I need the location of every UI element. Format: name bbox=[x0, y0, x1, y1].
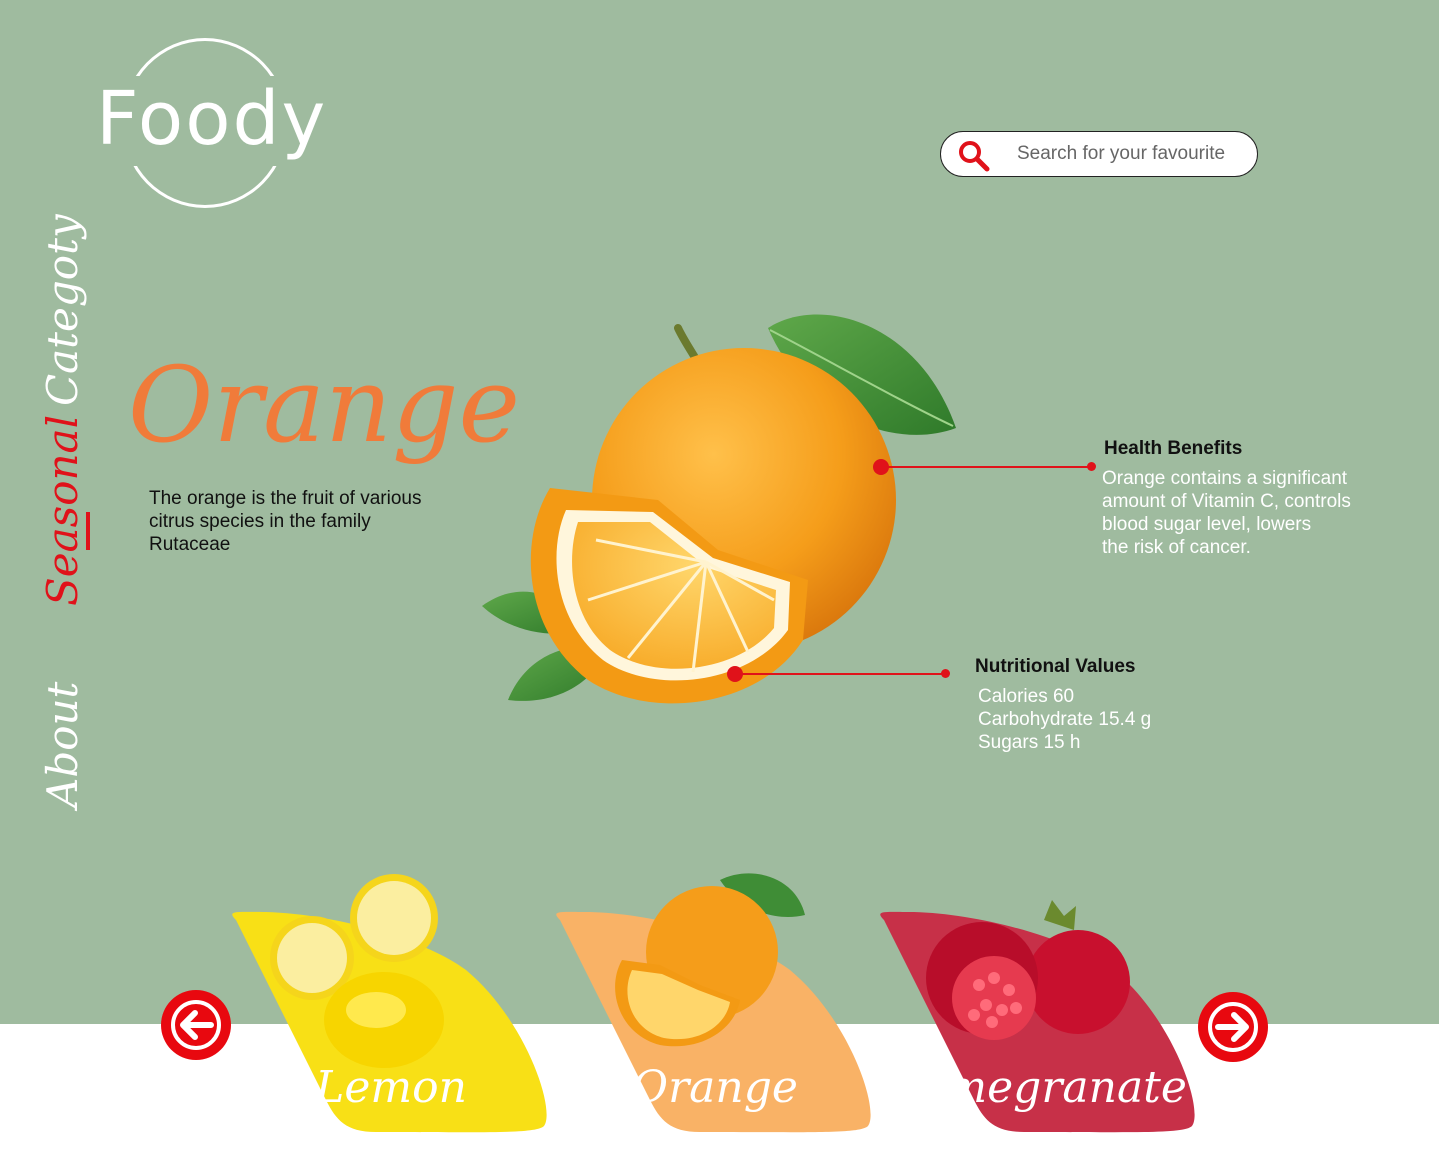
fruit-title: Orange bbox=[128, 344, 521, 466]
search-bar[interactable] bbox=[940, 131, 1258, 177]
logo-text: Foody bbox=[96, 76, 325, 166]
nutrition-line: Calories 60 bbox=[978, 686, 1075, 707]
carousel-label-lemon: Lemon bbox=[315, 1062, 467, 1113]
arrow-left-icon bbox=[171, 1000, 221, 1050]
search-icon[interactable] bbox=[957, 139, 991, 173]
fruit-description: The orange is the fruit of various citru… bbox=[149, 488, 422, 555]
health-line: amount of Vitamin C, controls bbox=[1102, 491, 1351, 512]
nav-item-about[interactable]: About bbox=[38, 682, 87, 808]
carousel-label-orange: Orange bbox=[632, 1062, 798, 1113]
nutritional-values-title: Nutritional Values bbox=[975, 656, 1136, 677]
active-nav-indicator bbox=[86, 512, 90, 550]
health-benefits-title: Health Benefits bbox=[1104, 438, 1243, 459]
carousel-card-pomegranate[interactable]: Pomegranate bbox=[874, 870, 1204, 1140]
nutrition-callout-line bbox=[736, 673, 946, 675]
carousel-card-lemon[interactable]: Lemon bbox=[226, 870, 556, 1140]
health-callout-end bbox=[1087, 462, 1096, 471]
health-line: Orange contains a significant bbox=[1102, 468, 1348, 489]
health-line: blood sugar level, lowers bbox=[1102, 514, 1312, 535]
carousel-card-orange[interactable]: Orange bbox=[550, 870, 880, 1140]
carousel-label-pomegranate: Pomegranate bbox=[891, 1062, 1187, 1113]
health-line: the risk of cancer. bbox=[1102, 537, 1251, 558]
prev-button[interactable] bbox=[161, 990, 231, 1060]
health-callout-dot bbox=[873, 459, 889, 475]
nutrition-line: Sugars 15 h bbox=[978, 732, 1081, 753]
orange-image bbox=[482, 314, 956, 704]
nutrition-line: Carbohydrate 15.4 g bbox=[978, 709, 1152, 730]
nutrition-callout-dot bbox=[727, 666, 743, 682]
nutritional-values-text: Calories 60 Carbohydrate 15.4 g Sugars 1… bbox=[978, 685, 1238, 754]
health-benefits-text: Orange contains a significant amount of … bbox=[1102, 467, 1402, 559]
nav-item-seasonal[interactable]: Seasonal bbox=[38, 415, 87, 606]
next-button[interactable] bbox=[1198, 992, 1268, 1062]
search-input[interactable] bbox=[1017, 140, 1247, 168]
arrow-right-icon bbox=[1208, 1002, 1258, 1052]
foody-logo[interactable]: Foody bbox=[96, 36, 325, 208]
nutrition-callout-end bbox=[941, 669, 950, 678]
health-callout-line bbox=[882, 466, 1092, 468]
nav-item-categoty[interactable]: Categoty bbox=[38, 214, 87, 406]
